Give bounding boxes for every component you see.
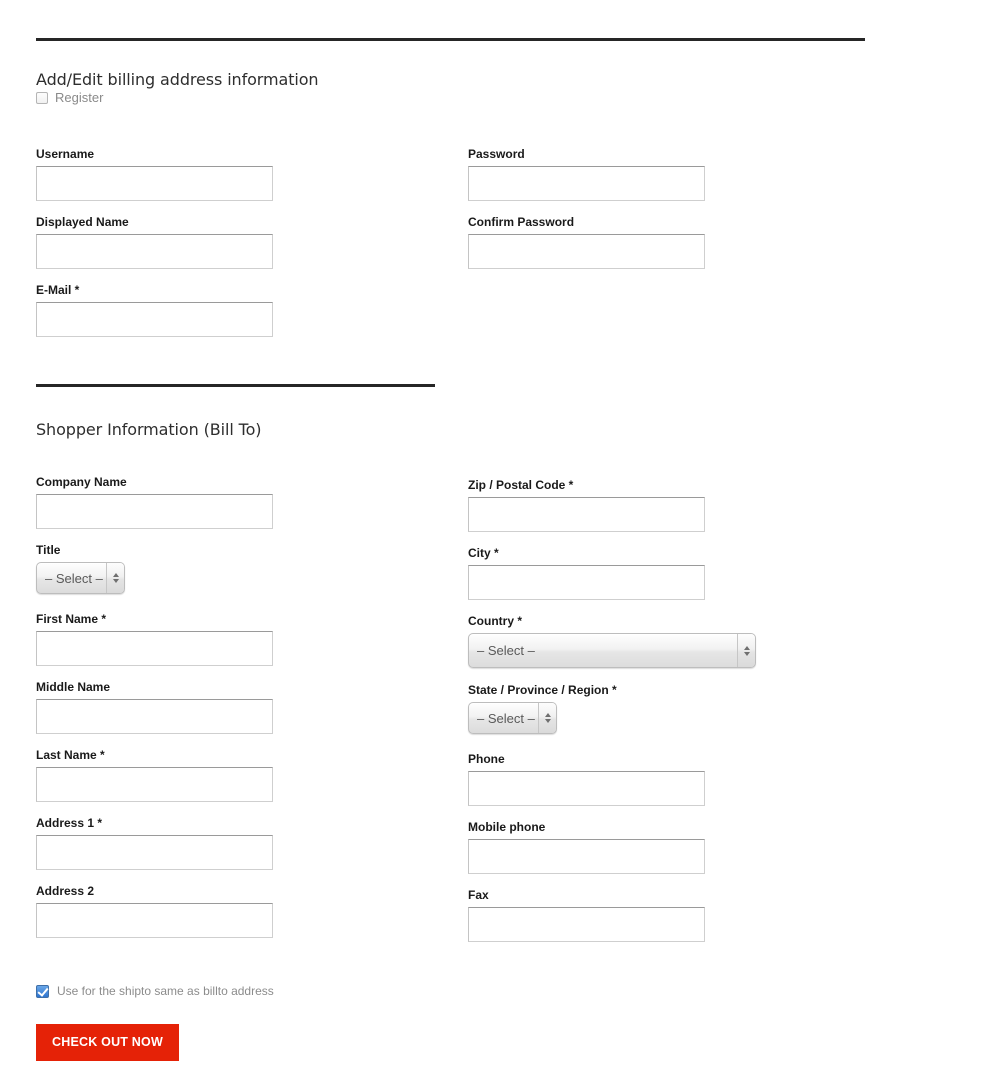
field-label-password: Password xyxy=(468,147,525,161)
field-confirm-password: Confirm Password xyxy=(468,215,705,269)
field-state: State / Province / Region * – Select – xyxy=(468,683,617,734)
field-label-mobile-phone: Mobile phone xyxy=(468,820,546,834)
field-password: Password xyxy=(468,147,705,201)
field-fax: Fax xyxy=(468,888,705,942)
field-label-first-name: First Name * xyxy=(36,612,107,626)
shipto-same-as-billto-checkbox[interactable] xyxy=(36,984,49,998)
state-select[interactable]: – Select – xyxy=(468,702,557,734)
field-label-state: State / Province / Region * xyxy=(468,683,617,697)
section-divider-top xyxy=(36,38,865,41)
shipto-same-as-billto-row[interactable]: Use for the shipto same as billto addres… xyxy=(36,984,274,998)
field-label-zip: Zip / Postal Code * xyxy=(468,478,574,492)
field-mobile-phone: Mobile phone xyxy=(468,820,705,874)
title-select[interactable]: – Select – xyxy=(36,562,125,594)
check-out-now-button[interactable]: CHECK OUT NOW xyxy=(36,1024,179,1061)
shopper-section-heading: Shopper Information (Bill To) xyxy=(36,420,262,439)
register-checkbox-label: Register xyxy=(55,90,104,105)
country-select-value: – Select – xyxy=(477,643,535,658)
field-first-name: First Name * xyxy=(36,612,273,666)
country-select[interactable]: – Select – xyxy=(468,633,756,668)
field-label-confirm-password: Confirm Password xyxy=(468,215,575,229)
fax-input[interactable] xyxy=(468,907,705,942)
field-label-city: City * xyxy=(468,546,499,560)
field-country: Country * – Select – xyxy=(468,614,756,668)
field-email: E-Mail * xyxy=(36,283,273,337)
field-label-email: E-Mail * xyxy=(36,283,80,297)
field-zip: Zip / Postal Code * xyxy=(468,478,705,532)
last-name-input[interactable] xyxy=(36,767,273,802)
phone-input[interactable] xyxy=(468,771,705,806)
mobile-phone-input[interactable] xyxy=(468,839,705,874)
field-label-country: Country * xyxy=(468,614,522,628)
email-input[interactable] xyxy=(36,302,273,337)
up-down-arrows-icon xyxy=(538,703,556,733)
field-label-address-1: Address 1 * xyxy=(36,816,103,830)
state-select-value: – Select – xyxy=(477,710,535,726)
field-label-middle-name: Middle Name xyxy=(36,680,111,694)
field-label-title: Title xyxy=(36,543,61,557)
field-username: Username xyxy=(36,147,273,201)
field-phone: Phone xyxy=(468,752,705,806)
shipto-same-as-billto-label: Use for the shipto same as billto addres… xyxy=(57,984,274,998)
city-input[interactable] xyxy=(468,565,705,600)
field-last-name: Last Name * xyxy=(36,748,273,802)
field-address-1: Address 1 * xyxy=(36,816,273,870)
address-2-input[interactable] xyxy=(36,903,273,938)
first-name-input[interactable] xyxy=(36,631,273,666)
title-select-value: – Select – xyxy=(45,570,103,586)
register-checkbox-row[interactable]: Register xyxy=(36,90,103,105)
field-label-last-name: Last Name * xyxy=(36,748,105,762)
billing-section-heading: Add/Edit billing address information xyxy=(36,70,319,89)
up-down-arrows-icon xyxy=(106,563,124,593)
company-name-input[interactable] xyxy=(36,494,273,529)
field-label-address-2: Address 2 xyxy=(36,884,95,898)
field-displayed-name: Displayed Name xyxy=(36,215,273,269)
field-city: City * xyxy=(468,546,705,600)
field-company-name: Company Name xyxy=(36,475,273,529)
field-address-2: Address 2 xyxy=(36,884,273,938)
displayed-name-input[interactable] xyxy=(36,234,273,269)
field-label-phone: Phone xyxy=(468,752,505,766)
field-label-company-name: Company Name xyxy=(36,475,127,489)
zip-input[interactable] xyxy=(468,497,705,532)
address-1-input[interactable] xyxy=(36,835,273,870)
middle-name-input[interactable] xyxy=(36,699,273,734)
username-input[interactable] xyxy=(36,166,273,201)
field-label-displayed-name: Displayed Name xyxy=(36,215,129,229)
password-input[interactable] xyxy=(468,166,705,201)
confirm-password-input[interactable] xyxy=(468,234,705,269)
register-checkbox[interactable] xyxy=(36,91,48,104)
field-label-fax: Fax xyxy=(468,888,489,902)
up-down-arrows-icon xyxy=(737,634,755,667)
checkout-page: Add/Edit billing address information Reg… xyxy=(0,0,983,1087)
field-middle-name: Middle Name xyxy=(36,680,273,734)
field-label-username: Username xyxy=(36,147,95,161)
field-title: Title – Select – xyxy=(36,543,125,594)
section-divider-middle xyxy=(36,384,435,387)
